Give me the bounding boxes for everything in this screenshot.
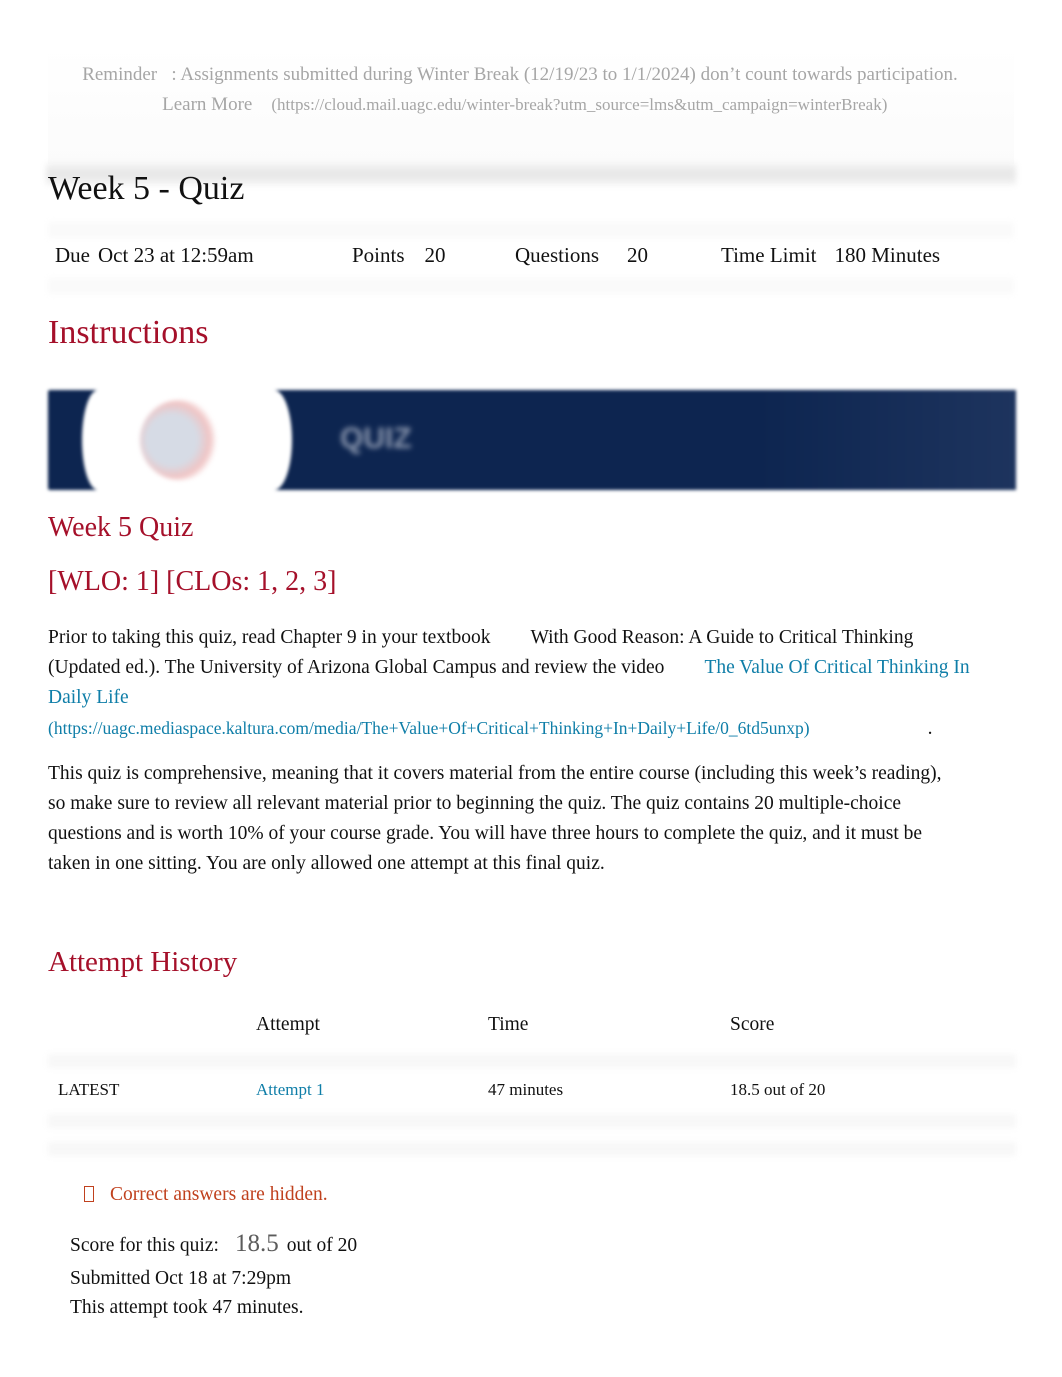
video-url-link[interactable]: (https://uagc.mediaspace.kaltura.com/med… xyxy=(48,718,810,738)
attempt-time: 47 minutes xyxy=(488,1080,564,1099)
questions-label: Questions xyxy=(515,243,599,267)
points-value: 20 xyxy=(424,243,446,267)
due-value: Oct 23 at 12:59am xyxy=(98,243,254,267)
attempt-history-heading: Attempt History xyxy=(48,946,238,978)
row-divider xyxy=(48,1054,1016,1068)
quiz-banner-image: QUIZ xyxy=(48,386,1016,494)
reminder-message: : Assignments submitted during Winter Br… xyxy=(171,64,958,85)
column-header-attempt: Attempt xyxy=(256,1014,320,1035)
quiz-score: Score for this quiz: 18.5 out of 20 xyxy=(70,1230,357,1258)
learn-more-url[interactable]: (https://cloud.mail.uagc.edu/winter-brea… xyxy=(271,95,887,114)
column-header-time: Time xyxy=(488,1014,529,1035)
score-out-of: out of 20 xyxy=(286,1235,358,1256)
score-label: Score for this quiz: xyxy=(70,1235,219,1256)
university-logo-icon xyxy=(140,400,220,480)
score-value: 18.5 xyxy=(234,1230,279,1257)
hidden-note-text: Correct answers are hidden. xyxy=(110,1184,328,1205)
points: Points 20 xyxy=(352,243,446,268)
learn-more-link[interactable]: Learn More xyxy=(162,94,252,115)
period: . xyxy=(927,718,933,739)
divider xyxy=(48,222,1014,238)
quiz-description: This quiz is comprehensive, meaning that… xyxy=(48,763,942,874)
instructions-heading: Instructions xyxy=(48,314,209,351)
points-label: Points xyxy=(352,243,405,267)
reading-text: Prior to taking this quiz, read Chapter … xyxy=(48,627,491,648)
due-label: Due xyxy=(55,243,90,267)
questions: Questions 20 xyxy=(515,243,648,268)
reminder-label: Reminder xyxy=(82,64,158,85)
banner-text: QUIZ xyxy=(340,422,412,455)
divider xyxy=(48,278,1014,294)
questions-value: 20 xyxy=(627,243,648,267)
submitted-time: Submitted Oct 18 at 7:29pm xyxy=(70,1268,291,1289)
quiz-subheading: Week 5 Quiz xyxy=(48,512,194,543)
attempt-duration: This attempt took 47 minutes. xyxy=(70,1297,304,1318)
correct-answers-hidden-notice: Correct answers are hidden. xyxy=(84,1184,328,1206)
attempt-score: 18.5 out of 20 xyxy=(730,1080,826,1099)
time-limit-value: 180 Minutes xyxy=(834,243,941,267)
reading-instructions: Prior to taking this quiz, read Chapter … xyxy=(48,623,978,744)
column-header-score: Score xyxy=(730,1014,775,1035)
banner-main-panel: QUIZ xyxy=(274,390,1016,490)
learning-outcomes: [WLO: 1] [CLOs: 1, 2, 3] xyxy=(48,566,337,597)
warning-icon xyxy=(84,1186,94,1202)
latest-tag: LATEST xyxy=(58,1080,120,1099)
time-limit: Time Limit 180 Minutes xyxy=(721,243,940,268)
page-title: Week 5 - Quiz xyxy=(48,170,245,207)
row-divider xyxy=(48,1114,1016,1128)
row-divider xyxy=(48,1142,1016,1156)
due-date: Due Oct 23 at 12:59am xyxy=(55,243,254,268)
reminder-text: Reminder : Assignments submitted during … xyxy=(60,60,980,120)
banner-left-panel xyxy=(48,390,114,490)
attempt-1-link[interactable]: Attempt 1 xyxy=(256,1080,324,1100)
time-limit-label: Time Limit xyxy=(721,243,817,267)
